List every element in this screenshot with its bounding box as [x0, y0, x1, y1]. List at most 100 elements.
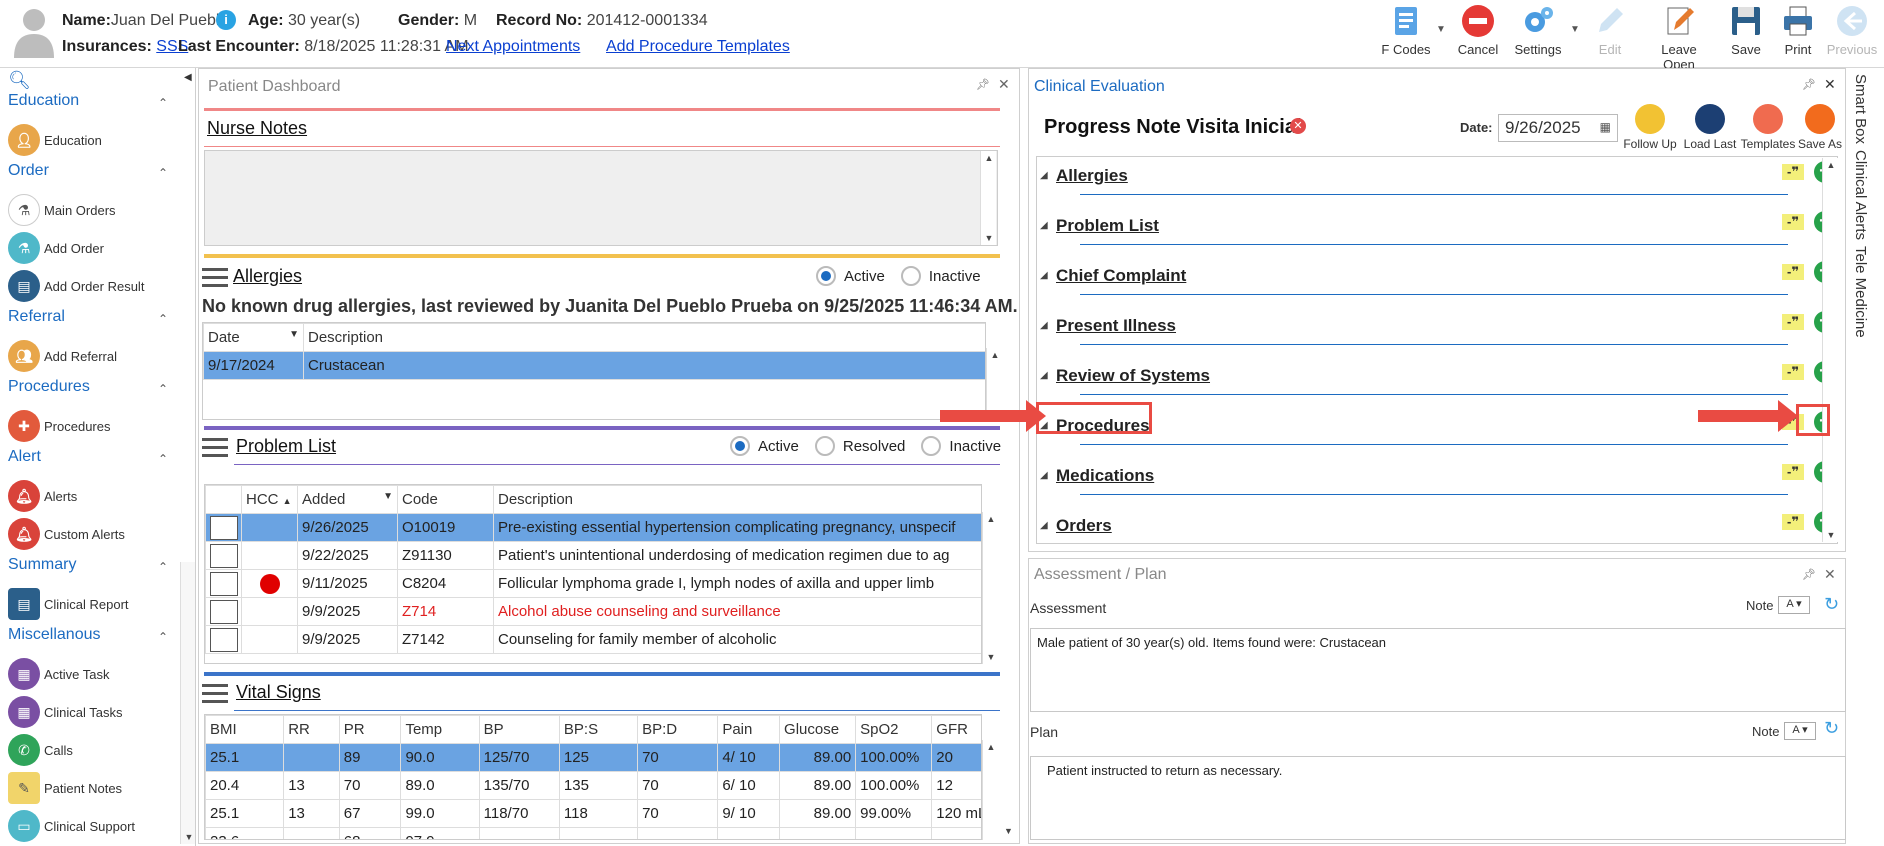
table-row[interactable]: 23.6 6897.9 — [205, 827, 981, 839]
settings-dropdown-icon[interactable]: ▼ — [1570, 24, 1580, 35]
section-referral[interactable]: Referral — [8, 308, 65, 326]
table-row[interactable]: 9/17/2024 Crustacean — [203, 351, 985, 380]
quote-icon[interactable]: -❞ — [1782, 264, 1804, 280]
quote-icon[interactable]: -❞ — [1782, 164, 1804, 180]
column-header[interactable]: PR — [338, 715, 402, 744]
scroll-down-icon[interactable]: ▼ — [981, 233, 997, 243]
info-icon[interactable]: i — [216, 10, 236, 30]
section-education[interactable]: Education — [8, 92, 79, 110]
table-row[interactable]: 9/11/2025 C8204 Follicular lymphoma grad… — [205, 569, 981, 598]
section-review-of-systems[interactable]: ◢Review of Systems-❞+ — [1040, 358, 1848, 408]
nurse-notes-textarea[interactable] — [204, 150, 998, 246]
save-as-button[interactable]: Save As — [1792, 104, 1848, 151]
plan-textarea[interactable]: Patient instructed to return as necessar… — [1030, 756, 1846, 840]
previous-button[interactable]: Previous — [1822, 4, 1882, 62]
column-header[interactable]: Date ▼ — [203, 323, 304, 352]
chevron-up-icon[interactable]: ⌃ — [158, 560, 168, 574]
f-codes-button[interactable]: F Codes — [1376, 4, 1436, 62]
menu-icon[interactable] — [202, 438, 228, 458]
sidebar-item-patient-notes[interactable]: ✎ Patient Notes — [8, 772, 122, 804]
nurse-notes-heading[interactable]: Nurse Notes — [207, 118, 307, 139]
calendar-icon[interactable]: ▦ — [1600, 120, 1611, 134]
column-header[interactable]: Glucose — [779, 715, 857, 744]
pin-icon[interactable]: 📌︎ — [1802, 78, 1816, 91]
chevron-up-icon[interactable]: ⌃ — [158, 96, 168, 110]
note-format-dropdown[interactable]: A ▾ — [1784, 722, 1816, 740]
column-header[interactable]: Description — [303, 323, 985, 352]
sidebar-item-add-order[interactable]: ⚗ Add Order — [8, 232, 104, 264]
chevron-up-icon[interactable]: ⌃ — [158, 452, 168, 466]
collapse-icon[interactable]: ◢ — [1040, 220, 1048, 231]
sidebar-item-active-task[interactable]: ▦ Active Task — [8, 658, 110, 690]
leave-open-button[interactable]: Leave Open — [1644, 4, 1714, 72]
quote-icon[interactable]: -❞ — [1782, 214, 1804, 230]
close-icon[interactable]: ✕ — [998, 76, 1010, 93]
scroll-up-icon[interactable]: ▲ — [987, 350, 1003, 360]
sidebar-item-add-order-result[interactable]: ▤ Add Order Result — [8, 270, 144, 302]
table-row[interactable]: 20.4 13 70 89.0 135/70 135 70 6/ 10 89.00 100.00%… — [205, 771, 981, 800]
problem-list-heading[interactable]: Problem List — [236, 436, 336, 457]
problem-resolved-radio[interactable]: Resolved — [814, 436, 905, 456]
problem-list-scrollbar[interactable]: ▲ ▼ — [982, 512, 998, 664]
collapse-icon[interactable]: ◢ — [1040, 320, 1048, 331]
scroll-down-icon[interactable]: ▼ — [983, 652, 999, 662]
collapse-sidebar-icon[interactable]: ◀ — [184, 72, 192, 83]
tab-smart-box[interactable]: Smart Box — [1852, 74, 1869, 144]
allergy-inactive-radio[interactable]: Inactive — [900, 266, 981, 286]
column-header[interactable]: BP:S — [558, 715, 639, 744]
table-row[interactable]: 9/22/2025 Z91130 Patient's unintentional… — [205, 541, 981, 570]
pin-icon[interactable]: 📌︎ — [976, 78, 990, 91]
clinical-scrollbar[interactable]: ▲ ▼ — [1822, 158, 1838, 542]
scroll-up-icon[interactable]: ▲ — [1823, 160, 1839, 170]
note-format-dropdown[interactable]: A ▾ — [1778, 596, 1810, 614]
section-medications[interactable]: ◢Medications-❞+ — [1040, 458, 1848, 508]
section-chief-complaint[interactable]: ◢Chief Complaint-❞+ — [1040, 258, 1848, 308]
chevron-up-icon[interactable]: ⌃ — [158, 382, 168, 396]
cancel-button[interactable]: Cancel — [1448, 4, 1508, 62]
column-header[interactable]: RR — [283, 715, 340, 744]
table-row[interactable]: 25.1 13 67 99.0 118/70 118 70 9/ 10 89.00 99.00% 1… — [205, 799, 981, 828]
print-button[interactable]: Print — [1768, 4, 1828, 62]
sidebar-item-clinical-report[interactable]: ▤ Clinical Report — [8, 588, 129, 620]
section-procedures[interactable]: Procedures — [8, 378, 90, 396]
row-checkbox[interactable] — [210, 571, 238, 596]
problem-inactive-radio[interactable]: Inactive — [921, 436, 1001, 456]
menu-icon[interactable] — [202, 684, 228, 704]
load-last-button[interactable]: Load Last — [1680, 104, 1740, 151]
f-codes-dropdown-icon[interactable]: ▼ — [1436, 24, 1446, 35]
sidebar-scrollbar[interactable]: ▼ — [180, 562, 195, 844]
column-header[interactable]: GFR — [931, 715, 981, 744]
sort-asc-icon[interactable]: ▲ — [283, 496, 292, 506]
remove-note-icon[interactable]: ✕ — [1290, 118, 1306, 134]
row-checkbox[interactable] — [210, 515, 238, 540]
table-row[interactable]: 25.1 89 90.0 125/70 125 70 4/ 10 89.00 100.00% 20 — [205, 743, 981, 772]
table-row[interactable]: 9/9/2025 Z714 Alcohol abuse counseling a… — [205, 597, 981, 626]
scroll-up-icon[interactable]: ▲ — [983, 742, 999, 752]
sort-icon[interactable]: ▼ — [383, 491, 393, 502]
nurse-notes-scrollbar[interactable]: ▲ ▼ — [980, 151, 996, 245]
column-header[interactable]: BP:D — [637, 715, 719, 744]
tab-tele-medicine[interactable]: Tele Medicine — [1852, 246, 1869, 338]
scroll-up-icon[interactable]: ▲ — [983, 514, 999, 524]
column-header[interactable]: HCC ▲ — [241, 485, 298, 514]
column-header[interactable]: Description — [493, 485, 981, 514]
refresh-icon[interactable]: ↻ — [1824, 594, 1839, 615]
vital-signs-heading[interactable]: Vital Signs — [236, 682, 321, 703]
sidebar-item-main-orders[interactable]: ⚗ Main Orders — [8, 194, 116, 226]
sidebar-item-clinical-tasks[interactable]: ▦ Clinical Tasks — [8, 696, 123, 728]
column-header[interactable]: Pain — [717, 715, 781, 744]
allergies-heading[interactable]: Allergies — [233, 266, 302, 287]
collapse-icon[interactable]: ◢ — [1040, 170, 1048, 181]
table-row[interactable]: 9/26/2025 O10019 Pre-existing essential … — [205, 513, 981, 542]
section-miscellanous[interactable]: Miscellanous — [8, 626, 100, 644]
section-orders[interactable]: ◢Orders-❞+ — [1040, 508, 1848, 558]
chevron-up-icon[interactable]: ⌃ — [158, 312, 168, 326]
quote-icon[interactable]: -❞ — [1782, 364, 1804, 380]
section-order[interactable]: Order — [8, 162, 49, 180]
sidebar-item-custom-alerts[interactable]: 🔔︎ Custom Alerts — [8, 518, 125, 550]
scroll-up-icon[interactable]: ▲ — [981, 153, 997, 163]
row-checkbox[interactable] — [210, 627, 238, 652]
quote-icon[interactable]: -❞ — [1782, 464, 1804, 480]
collapse-icon[interactable]: ◢ — [1040, 470, 1048, 481]
vital-signs-scrollbar[interactable]: ▲ — [982, 740, 998, 840]
